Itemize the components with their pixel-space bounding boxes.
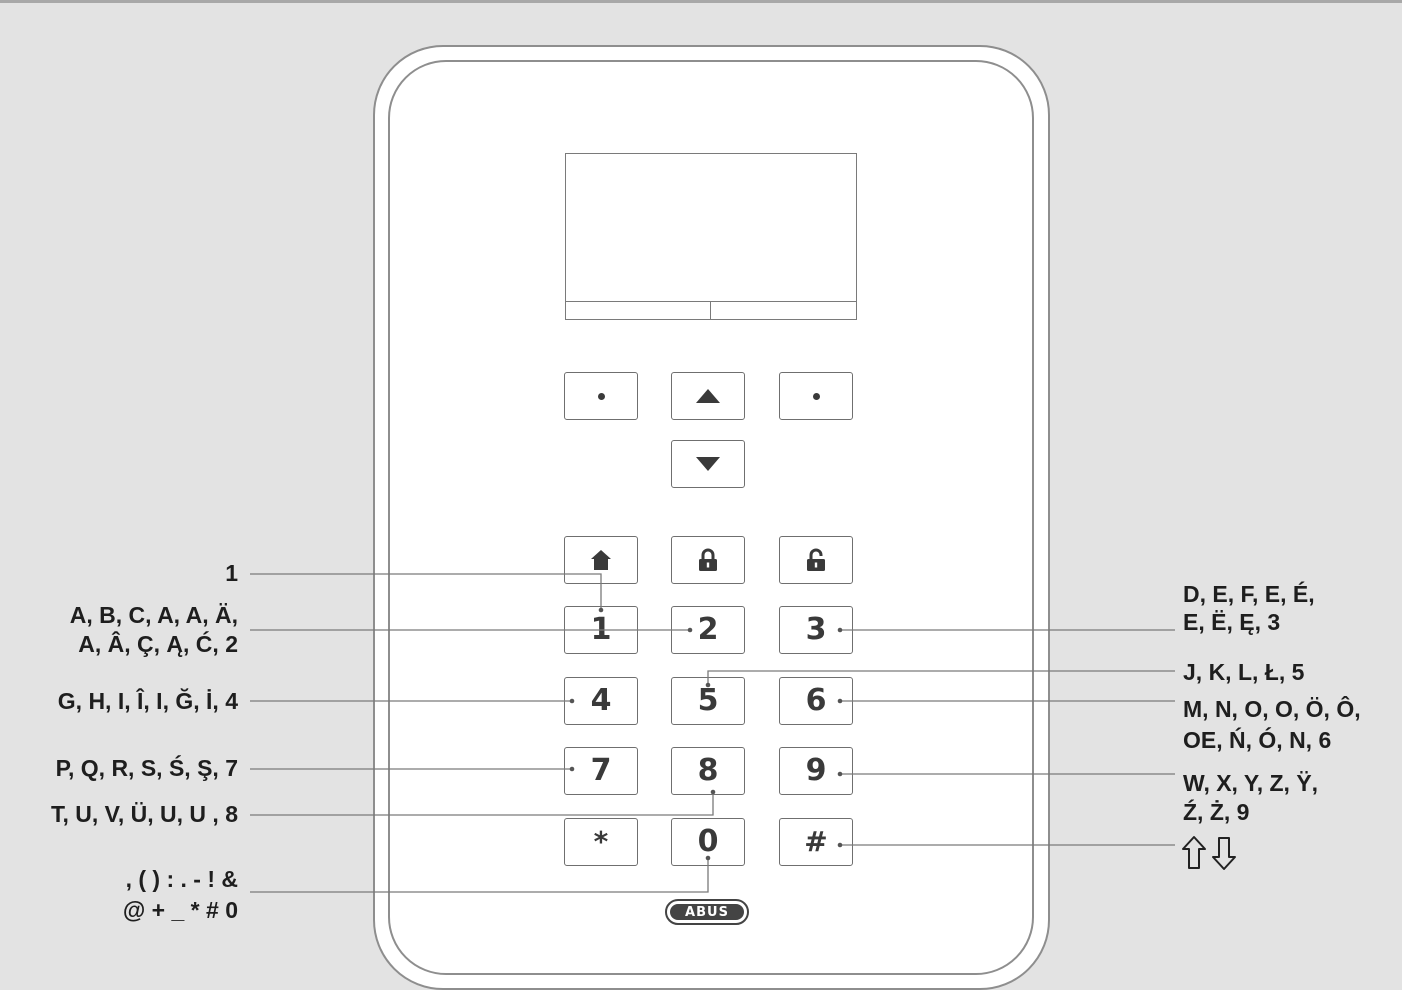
label-key0-line1: , ( ) : . - ! & bbox=[125, 866, 238, 892]
label-key3-line1: D, E, F, E, É, bbox=[1183, 581, 1315, 607]
leader-key8 bbox=[250, 792, 714, 816]
label-key3-line2: E, Ë, Ę, 3 bbox=[1183, 609, 1281, 635]
leader-key0 bbox=[250, 858, 709, 893]
label-key8: T, U, V, Ü, U, U , 8 bbox=[50, 801, 238, 827]
label-key7: P, Q, R, S, Ś, Ş, 7 bbox=[55, 755, 238, 781]
label-key2-line1: A, B, C, A, A, Ä, bbox=[69, 602, 238, 628]
label-key9-line1: W, X, Y, Z, Ÿ, bbox=[1183, 770, 1319, 796]
label-key6-line1: M, N, O, O, Ö, Ô, bbox=[1183, 696, 1361, 722]
up-down-arrows-icon bbox=[1182, 836, 1236, 870]
label-key2-line2: A, Â, Ç, Ą, Ć, 2 bbox=[78, 631, 238, 657]
label-key4: G, H, I, Î, I, Ğ, İ, 4 bbox=[57, 688, 238, 714]
label-key1: 1 bbox=[225, 560, 238, 586]
label-key5: J, K, L, Ł, 5 bbox=[1183, 659, 1305, 685]
label-key9-line2: Ź, Ż, 9 bbox=[1183, 799, 1250, 825]
label-key6-line2: OE, Ń, Ó, N, 6 bbox=[1183, 727, 1332, 753]
leader-key1 bbox=[250, 573, 602, 610]
label-key0-line2: @ + _ * # 0 bbox=[122, 897, 238, 923]
leader-key5 bbox=[707, 670, 1175, 685]
